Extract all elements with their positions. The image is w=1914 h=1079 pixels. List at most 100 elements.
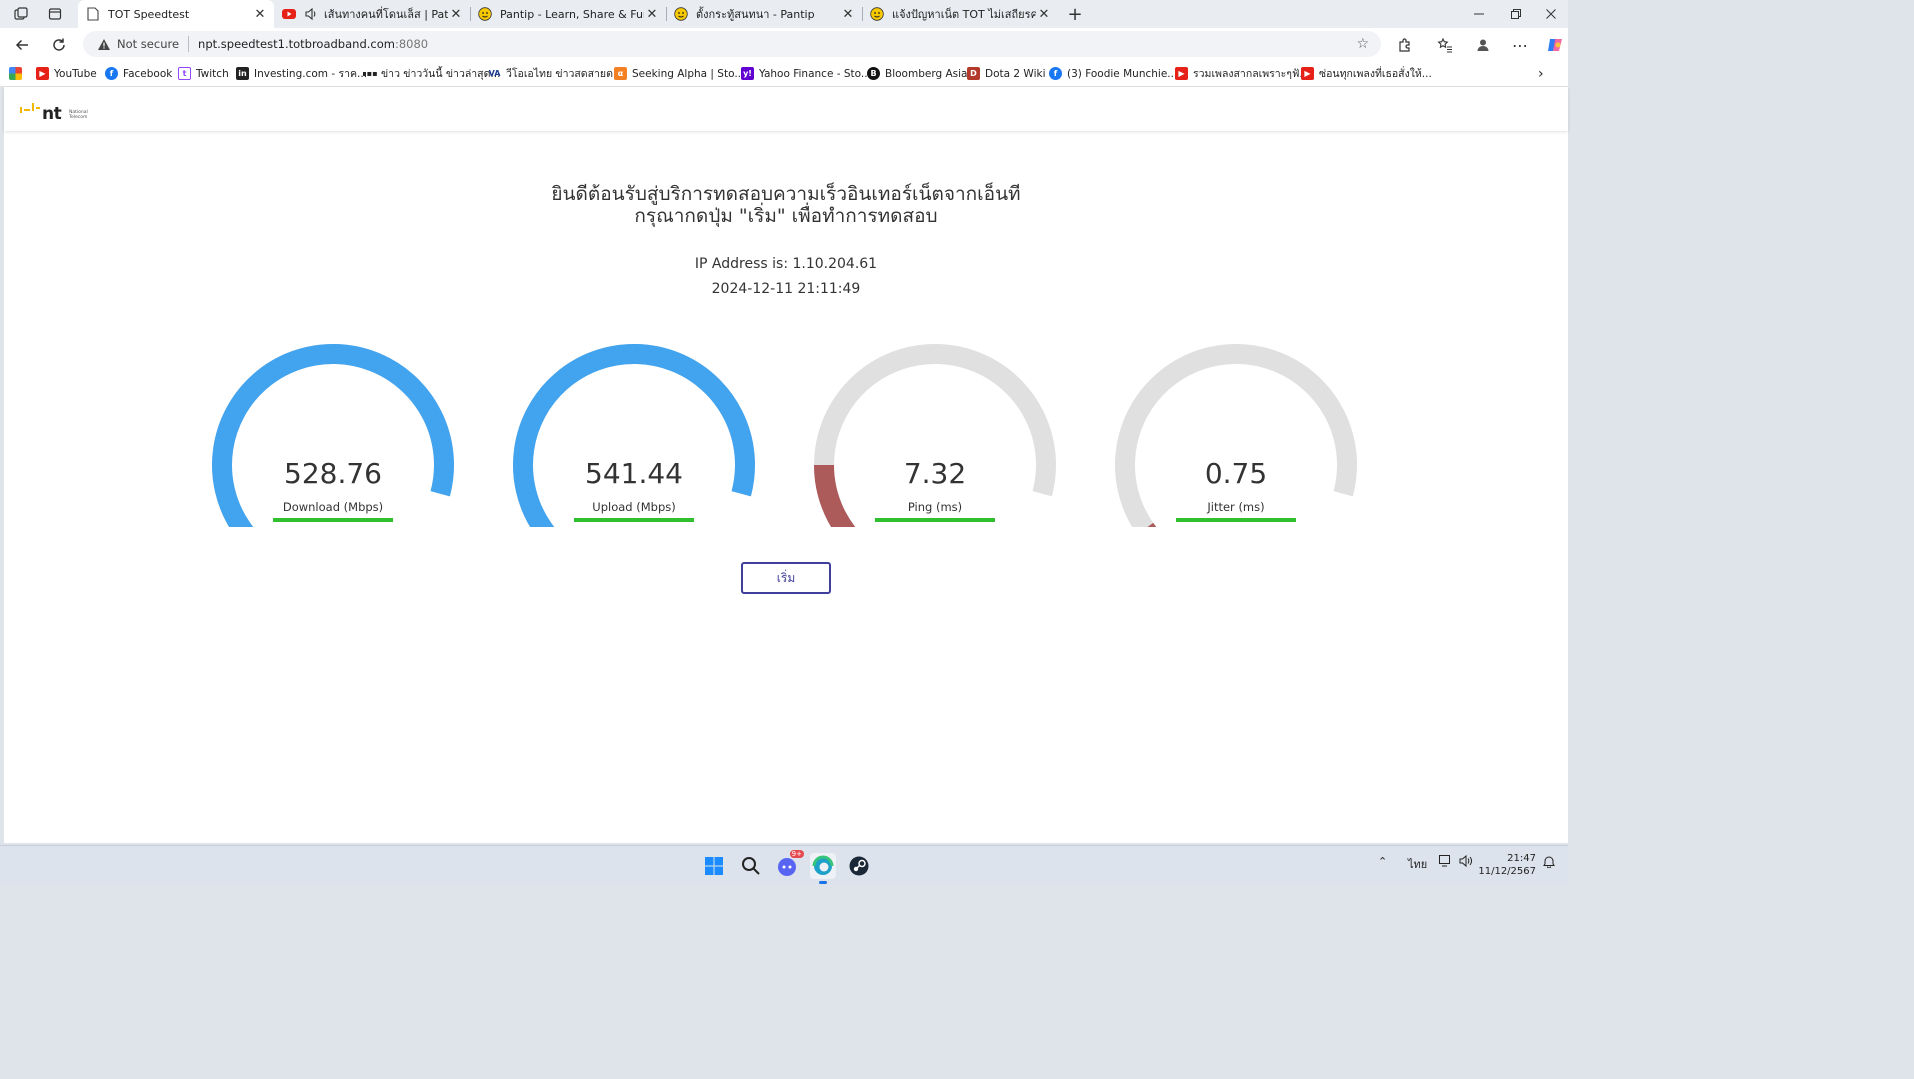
discord-icon[interactable]: 9+ xyxy=(774,850,804,879)
url-port: :8080 xyxy=(394,37,429,51)
show-hidden-icons-chevron-icon[interactable]: ⌃ xyxy=(1378,855,1387,868)
clock-time: 21:47 xyxy=(1507,853,1536,864)
bookmark-music-1[interactable]: ▶ รวมเพลงสากลเพราะๆฟั... xyxy=(1175,65,1309,82)
pantip-icon xyxy=(674,7,688,21)
youtube-icon: ▶ xyxy=(1301,67,1314,80)
volume-icon[interactable] xyxy=(1459,854,1473,870)
address-bar[interactable]: Not secure npt.speedtest1.totbroadband.c… xyxy=(83,31,1381,57)
jitter-underline xyxy=(1176,518,1296,522)
bookmark-label: Dota 2 Wiki xyxy=(985,67,1046,80)
tab-tot-speedtest[interactable]: TOT Speedtest ✕ xyxy=(78,0,274,28)
tab-title: แจ้งปัญหาเน็ต TOT ไม่เสถียรครับ - Pantip xyxy=(892,8,1036,21)
network-icon[interactable] xyxy=(1439,855,1453,870)
nt-logo[interactable]: nt National Telecom xyxy=(20,101,100,125)
upload-gauge: 541.44 Upload (Mbps) xyxy=(512,343,756,527)
twitch-icon: t xyxy=(178,67,191,80)
profile-icon[interactable] xyxy=(1470,32,1496,58)
windows-taskbar: 9+ ⌃ ไทย 21:47 11/12/2567 xyxy=(0,845,1568,885)
bookmark-label: Investing.com - ราค... xyxy=(254,68,368,80)
url-text[interactable]: npt.speedtest1.totbroadband.com:8080 xyxy=(198,37,428,51)
download-label: Download (Mbps) xyxy=(282,500,384,514)
news-icon: ▪▪▪ xyxy=(363,69,378,78)
not-secure-label[interactable]: Not secure xyxy=(117,37,179,51)
steam-icon[interactable] xyxy=(846,853,872,879)
tab-pantip-post[interactable]: ตั้งกระทู้สนทนา - Pantip ✕ xyxy=(666,0,862,28)
edge-icon[interactable] xyxy=(810,853,836,884)
site-header: nt National Telecom xyxy=(4,87,1568,131)
investing-icon: in xyxy=(236,67,249,80)
bookmark-twitch[interactable]: t Twitch xyxy=(178,65,229,82)
speaker-icon[interactable] xyxy=(304,7,318,21)
close-tab-icon[interactable]: ✕ xyxy=(644,7,660,22)
tab-title: Pantip - Learn, Share & Fun xyxy=(500,7,644,21)
system-clock[interactable]: 21:47 11/12/2567 xyxy=(1478,852,1536,878)
voa-icon: VA xyxy=(488,69,501,78)
bookmark-label: Bloomberg Asia xyxy=(885,67,968,80)
bookmark-yahoo-finance[interactable]: y! Yahoo Finance - Sto... xyxy=(741,65,871,82)
restore-icon[interactable] xyxy=(1505,4,1527,24)
bookmark-label: ข่าว ข่าววันนี้ ข่าวล่าสุด... xyxy=(381,68,501,80)
refresh-icon[interactable] xyxy=(46,32,72,58)
close-window-icon[interactable] xyxy=(1540,4,1562,24)
bookmark-seeking-alpha[interactable]: α Seeking Alpha | Sto... xyxy=(614,65,744,82)
ping-gauge: 7.32 Ping (ms) xyxy=(813,343,1057,527)
bookmark-dota-wiki[interactable]: D Dota 2 Wiki xyxy=(967,65,1045,82)
download-value: 528.76 xyxy=(284,457,382,490)
warning-icon[interactable] xyxy=(97,37,111,51)
bookmark-bloomberg[interactable]: B Bloomberg Asia xyxy=(867,65,967,82)
bookmark-label: รวมเพลงสากลเพราะๆฟั... xyxy=(1193,68,1310,80)
bookmark-investing[interactable]: in Investing.com - ราค... xyxy=(236,65,367,82)
new-tab-icon[interactable]: + xyxy=(1064,4,1086,25)
bookmark-label: YouTube xyxy=(54,67,97,80)
tab-pantip-report[interactable]: แจ้งปัญหาเน็ต TOT ไม่เสถียรครับ - Pantip… xyxy=(862,0,1058,28)
copilot-icon[interactable] xyxy=(1542,32,1568,58)
close-tab-icon[interactable]: ✕ xyxy=(448,7,464,22)
upload-underline xyxy=(574,518,694,522)
ping-label: Ping (ms) xyxy=(907,500,963,514)
more-bookmarks-chevron-icon[interactable]: › xyxy=(1538,65,1544,82)
address-divider xyxy=(188,36,190,52)
logo-text: nt xyxy=(42,104,62,124)
start-menu-icon[interactable] xyxy=(701,853,727,879)
back-icon[interactable] xyxy=(9,32,35,58)
extensions-icon[interactable] xyxy=(1392,32,1418,58)
tab-strip: TOT Speedtest ✕ เส้นทางคนที่โดนเล็ส | Pa… xyxy=(0,0,1568,28)
notifications-bell-icon[interactable] xyxy=(1543,855,1555,871)
page-icon xyxy=(86,7,100,21)
ping-value: 7.32 xyxy=(903,457,967,490)
bookmark-voa[interactable]: VA วีโอเอไทย ข่าวสดสายต... xyxy=(488,65,623,82)
ping-underline xyxy=(875,518,995,522)
facebook-icon: f xyxy=(105,67,118,80)
bookmark-label: Twitch xyxy=(196,67,229,80)
jitter-value: 0.75 xyxy=(1204,457,1268,490)
bookmark-music-2[interactable]: ▶ ซ่อนทุกเพลงที่เธอสั่งให้... xyxy=(1301,65,1432,82)
close-tab-icon[interactable]: ✕ xyxy=(1036,7,1052,22)
favorite-star-icon[interactable]: ☆ xyxy=(1356,36,1369,52)
dota-icon: D xyxy=(967,67,980,80)
upload-label: Upload (Mbps) xyxy=(592,500,676,514)
tab-actions-icon[interactable] xyxy=(44,4,66,24)
facebook-icon: f xyxy=(1049,67,1062,80)
bookmark-facebook[interactable]: f Facebook xyxy=(105,65,172,82)
workspaces-icon[interactable] xyxy=(10,4,32,24)
download-gauge: 528.76 Download (Mbps) xyxy=(211,343,455,527)
tab-pantip-home[interactable]: Pantip - Learn, Share & Fun ✕ xyxy=(470,0,666,28)
youtube-icon: ▶ xyxy=(36,67,49,80)
apps-icon[interactable] xyxy=(9,65,27,82)
tab-path-of-exile[interactable]: เส้นทางคนที่โดนเล็ส | Path of Exile ✕ xyxy=(274,0,470,28)
start-button[interactable]: เริ่ม xyxy=(741,562,831,594)
download-underline xyxy=(273,518,393,522)
pantip-icon xyxy=(478,7,492,21)
minimize-icon[interactable] xyxy=(1468,4,1490,24)
close-tab-icon[interactable]: ✕ xyxy=(840,7,856,22)
input-language[interactable]: ไทย xyxy=(1408,855,1427,873)
bookmark-youtube[interactable]: ▶ YouTube xyxy=(36,65,97,82)
search-icon[interactable] xyxy=(738,853,764,879)
bookmark-foodie[interactable]: f (3) Foodie Munchie... xyxy=(1049,65,1177,82)
favorites-icon[interactable] xyxy=(1432,32,1458,58)
more-menu-icon[interactable]: ⋯ xyxy=(1507,32,1533,58)
bookmark-news[interactable]: ▪▪▪ ข่าว ข่าววันนี้ ข่าวล่าสุด... xyxy=(363,65,500,82)
test-datetime: 2024-12-11 21:11:49 xyxy=(711,281,861,297)
pantip-icon xyxy=(870,7,884,21)
close-tab-icon[interactable]: ✕ xyxy=(252,7,268,22)
